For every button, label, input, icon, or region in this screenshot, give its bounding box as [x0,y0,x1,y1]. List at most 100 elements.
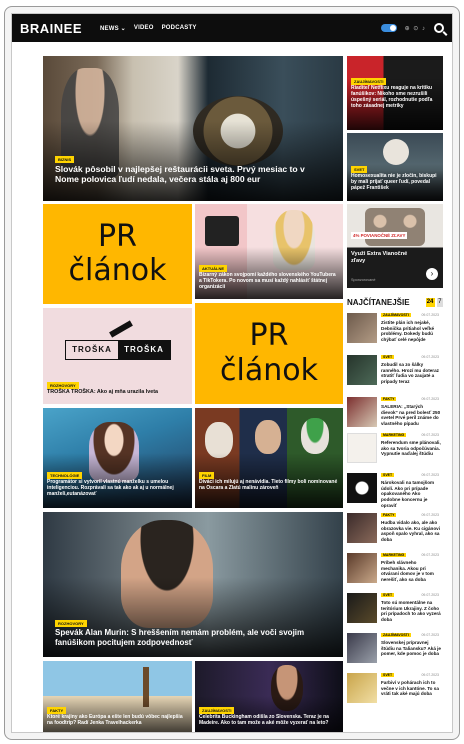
troska-article[interactable]: TROŠKA TROŠKA ROZHOVORY TROŠKA TROŠKA: A… [43,308,192,404]
anime-tag: TECHNOLÓGIE [47,472,83,479]
troska-logo-right: TROŠKA [118,341,170,359]
hero-tag: BIZNIS [55,156,75,163]
most-read-date: 09.07.2023 [421,593,439,597]
tab-7d[interactable]: 7 [436,298,443,307]
most-read-tag: ZAUJÍMAVOSTI [381,313,411,317]
most-read-thumb [347,397,377,427]
top-right-article-1[interactable]: ZAUJÍMAVOSTI Riaditeľ Netflixu reaguje n… [347,56,443,130]
pr-label-2-line-1: PR [249,318,289,353]
influencer-article[interactable]: AKTUÁLNE Bizarný zákon svojpomí každého … [195,204,343,299]
top-right-article-2[interactable]: SVET Homosexualita nie je zločin, biskup… [347,133,443,201]
most-read-thumb [347,433,377,463]
troska-tag: ROZHOVORY [47,382,79,389]
most-read-header: NAJČÍTANEJŠIE 24 7 [347,298,443,307]
most-read-tag: SVET [381,593,395,597]
hero-title: Slovák pôsobil v najlepšej reštaurácii s… [55,164,305,185]
most-read-date: 09.07.2023 [421,355,439,359]
screen: BRAINEE NEWS ⌄ VIDEO PODCASTY ⊕ ⊙ ♪ BIZN… [11,13,453,733]
pr-label-1-line-2: článok [68,253,167,288]
troska-logo-left: TROŠKA [72,345,112,354]
most-read-tag: SVET [381,673,395,677]
influencer-title: Bizarný zákon svojpomí každého slovenské… [199,272,336,290]
most-read-date: 09.07.2023 [421,397,439,401]
most-read-thumb [347,513,377,543]
most-read-tag: FAKTY [381,513,397,517]
oscar-title: Diváci ich milujú aj nenávidia. Tieto fi… [199,479,338,491]
promo-sponsor: Sponzorované [351,278,376,282]
search-icon[interactable] [434,23,444,33]
bottom-article-2[interactable]: ZAUJÍMAVOSTI Celebrita Buckingham odišla… [195,661,343,732]
dark-mode-toggle[interactable] [380,24,397,32]
most-read-date: 09.07.2023 [421,553,439,557]
most-read-date: 09.07.2023 [421,473,439,477]
singer-tag: ROZHOVORY [55,620,87,627]
singer-article[interactable]: ROZHOVORY Spevák Alan Murin: S hreššením… [43,512,343,657]
nav-video[interactable]: VIDEO [134,25,154,32]
singer-title: Spevák Alan Murin: S hreššením nemám pro… [55,628,305,647]
most-read-title: Zistite plán ich nejaké, Debnička pritia… [381,320,435,343]
joker-face-3 [301,418,329,454]
social-icons[interactable]: ⊕ ⊙ ♪ [405,25,426,32]
most-read-date: 09.07.2023 [421,633,439,637]
top-navigation-bar: BRAINEE NEWS ⌄ VIDEO PODCASTY ⊕ ⊙ ♪ [12,14,452,42]
nav-news[interactable]: NEWS ⌄ [100,25,126,32]
promo-banner[interactable]: 4% POVIANOČNÉ ZĽAVY Využi Extra Vianočné… [347,204,443,288]
troska-title: TROŠKA TROŠKA: Ako aj mňa urazila Iveta [47,389,159,395]
site-logo[interactable]: BRAINEE [20,21,82,36]
bottom-2-tag: ZAUJÍMAVOSTI [199,707,235,714]
troska-logo: TROŠKA TROŠKA [65,340,171,360]
most-read-tag: SVET [381,473,395,477]
oscar-tag: FILM [199,472,215,479]
most-read-title: Referendum sme plánovali, ako sa tvoria … [381,440,441,457]
hero-article[interactable]: BIZNIS Slovák pôsobil v najlepšej reštau… [43,56,343,201]
most-read-thumb [347,673,377,703]
bottom-1-tag: FAKTY [47,707,67,714]
promo-arrow-icon[interactable]: › [426,268,438,280]
most-read-date: 09.07.2023 [421,513,439,517]
most-read-title: Príbeh slávneho mechanika. Akou pri otvá… [381,560,434,583]
most-read-title: Zobudil sa zo šálky ranného. Hrozí mu do… [381,362,439,385]
topbar-actions: ⊕ ⊙ ♪ [380,23,444,33]
bottom-1-title: Ktoré krajiny ako Európa a ešte len budú… [47,714,183,726]
most-read-title: SALERIA: „Starých dievok“ na pred bolesť… [381,404,441,427]
top-right-2-person [383,139,409,165]
most-read-tag: MARKETING [381,553,407,557]
most-read-title: Slovenskej prípravnej štúdiu na Taliansk… [381,640,441,657]
oscar-films-article[interactable]: FILM Diváci ich milujú aj nenávidia. Tie… [195,408,343,508]
promo-badge: 4% POVIANOČNÉ ZĽAVY [351,232,408,239]
top-right-2-title: Homosexualita nie je zločin, biskupi by … [351,173,437,191]
bottom-2-title: Celebrita Buckingham odišla zo Slovenska… [199,714,329,726]
anime-ai-article[interactable]: TECHNOLÓGIE Programátor si vytvoril vlas… [43,408,192,508]
most-read-thumb [347,473,377,503]
most-read-date: 09.07.2023 [421,313,439,317]
most-read-title: Toto sú momentálne na teritórium Ukrajin… [381,600,441,623]
most-read-thumb [347,313,377,343]
pr-article-placeholder-2[interactable]: PR článok [195,303,343,404]
most-read-tag: FAKTY [381,397,397,401]
pr-label-2-line-2: článok [220,352,318,388]
main-nav: NEWS ⌄ VIDEO PODCASTY [100,25,197,32]
top-right-1-title: Riaditeľ Netflixu reaguje na kritiku fan… [351,85,433,109]
oscar-face-2 [255,420,281,454]
most-read-date: 09.07.2023 [421,433,439,437]
top-right-1-tag: ZAUJÍMAVOSTI [351,78,387,85]
most-read-thumb [347,633,377,663]
pr-label-1-line-1: PR [98,218,137,254]
most-read-title: Hudba vidalo ako, ale ako obrazovka vie.… [381,520,440,543]
most-read-thumb [347,355,377,385]
tab-24h[interactable]: 24 [425,298,435,307]
hero-shade [43,121,343,201]
influencer-tag: AKTUÁLNE [199,265,227,272]
nav-podcasty[interactable]: PODCASTY [162,25,197,32]
most-read-tag: MARKETING [381,433,407,437]
most-read-thumb [347,593,377,623]
most-read-tag: SVET [381,355,395,359]
anime-title: Programátor si vytvoril vlastnú manželku… [47,479,174,497]
most-read-tag: ZAUJÍMAVOSTI [381,633,411,637]
bottom-article-1[interactable]: FAKTY Ktoré krajiny ako Európa a ešte le… [43,661,192,732]
promo-people [365,208,425,246]
pr-article-placeholder-1[interactable]: PR článok [43,204,192,304]
camera-shape [205,216,239,246]
most-read-title: NAJČÍTANEJŠIE [347,298,410,307]
most-read-thumb [347,553,377,583]
